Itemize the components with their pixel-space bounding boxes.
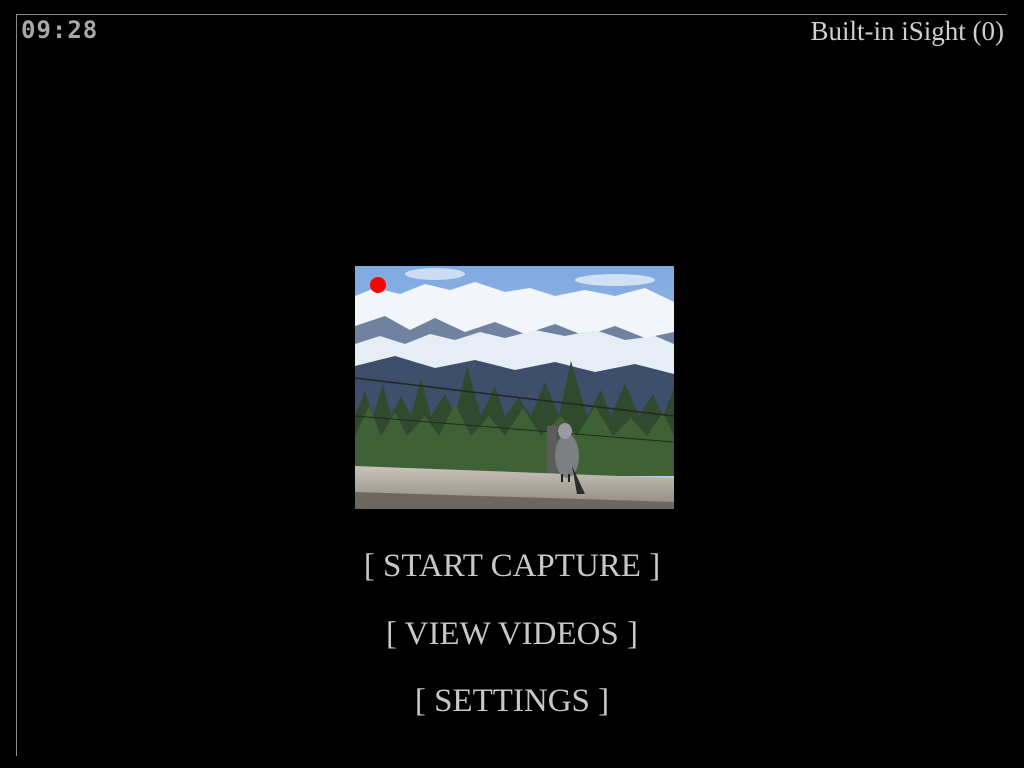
camera-name-label: Built-in iSight (0) — [810, 16, 1004, 46]
camera-preview — [355, 266, 674, 509]
recording-indicator-icon — [370, 277, 386, 293]
settings-button[interactable]: [ SETTINGS ] — [0, 681, 1024, 721]
capture-app-screen: 09:28 Built-in iSight (0) [START CAPTUR… — [0, 0, 1024, 768]
start-capture-button[interactable]: [ START CAPTURE ] — [0, 546, 1024, 586]
clock-display: 09:28 — [21, 16, 99, 44]
camera-preview-image — [355, 266, 674, 509]
view-videos-button[interactable]: [ VIEW VIDEOS ] — [0, 614, 1024, 654]
